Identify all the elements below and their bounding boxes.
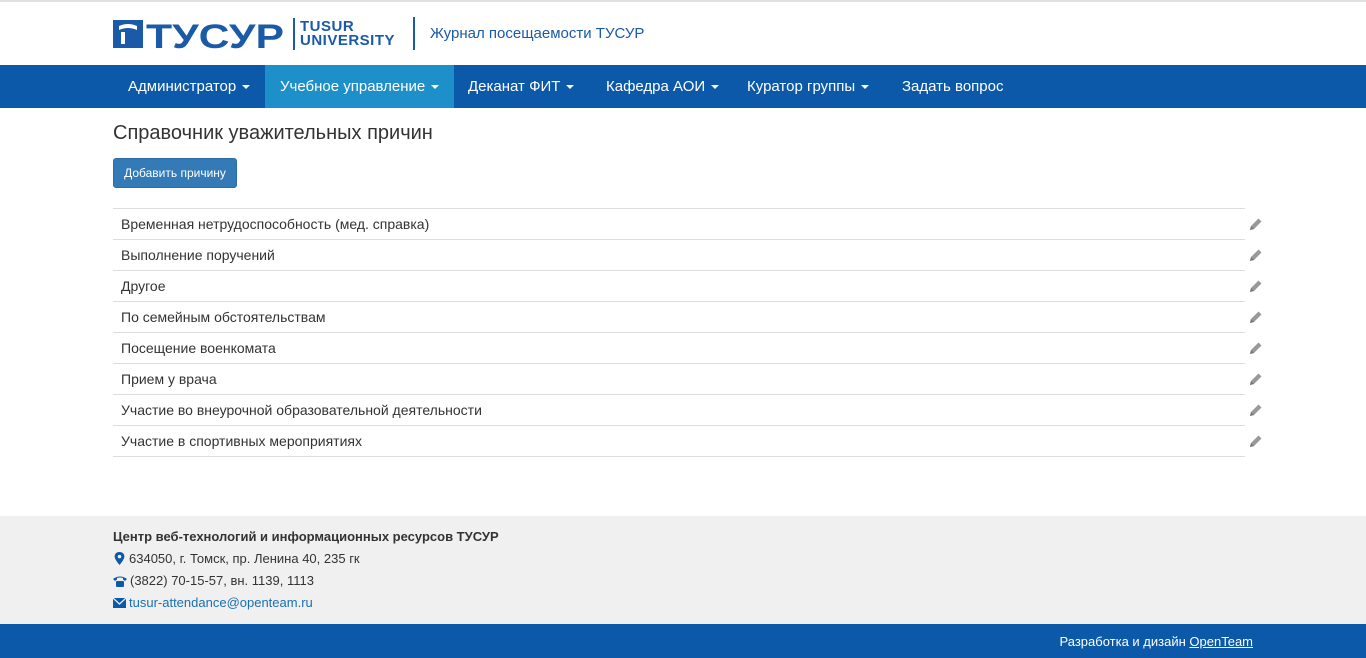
logo-text: TUSUR UNIVERSITY xyxy=(300,19,396,49)
pencil-icon[interactable] xyxy=(1249,310,1263,324)
tusur-logo[interactable]: ТУСУР TUSUR UNIVERSITY xyxy=(113,17,395,51)
developer-credit-prefix: Разработка и дизайн xyxy=(1059,634,1186,649)
logo-divider xyxy=(293,18,295,50)
nav-item-label: Администратор xyxy=(128,78,237,95)
nav-item-group-curator[interactable]: Куратор группы xyxy=(732,65,884,108)
phone-icon xyxy=(113,576,127,587)
caret-down-icon xyxy=(861,85,870,90)
pencil-icon[interactable] xyxy=(1249,217,1263,231)
openteam-link[interactable]: OpenTeam xyxy=(1189,634,1253,649)
envelope-icon xyxy=(113,597,126,608)
table-row: Участие во внеурочной образовательной де… xyxy=(113,394,1262,425)
reasons-table: Временная нетрудоспособность (мед. справ… xyxy=(113,208,1262,457)
table-row: Выполнение поручений xyxy=(113,239,1262,270)
developer-credit: Разработка и дизайн OpenTeam xyxy=(1060,634,1253,649)
email-link[interactable]: tusur-attendance@openteam.ru xyxy=(129,595,313,610)
pencil-icon[interactable] xyxy=(1249,341,1263,355)
reason-label: Участие в спортивных мероприятиях xyxy=(121,433,362,449)
table-row: По семейным обстоятельствам xyxy=(113,301,1262,332)
bottom-bar: Разработка и дизайн OpenTeam xyxy=(0,624,1366,658)
pencil-icon[interactable] xyxy=(1249,434,1263,448)
footer-email: tusur-attendance@openteam.ru xyxy=(113,595,313,610)
reason-label: Другое xyxy=(121,278,166,294)
nav-item-label: Куратор группы xyxy=(747,78,856,95)
footer-phone: (3822) 70-15-57, вн. 1139, 1113 xyxy=(113,573,314,588)
caret-down-icon xyxy=(566,85,575,90)
add-reason-button[interactable]: Добавить причину xyxy=(113,158,237,188)
nav-item-label: Задать вопрос xyxy=(902,78,1004,95)
address-text: 634050, г. Томск, пр. Ленина 40, 235 гк xyxy=(129,551,360,566)
main-navbar: Администратор Учебное управление Деканат… xyxy=(0,65,1366,108)
table-row: Посещение военкомата xyxy=(113,332,1262,363)
nav-item-admin[interactable]: Администратор xyxy=(113,65,265,108)
nav-item-academic-office[interactable]: Учебное управление xyxy=(265,65,454,108)
footer: Центр веб-технологий и информационных ре… xyxy=(0,516,1366,624)
caret-down-icon xyxy=(431,85,440,90)
footer-organization: Центр веб-технологий и информационных ре… xyxy=(113,529,499,544)
table-row: Прием у врача xyxy=(113,363,1262,394)
nav-item-label: Кафедра АОИ xyxy=(606,78,706,95)
pencil-icon[interactable] xyxy=(1249,279,1263,293)
nav-item-department-aoi[interactable]: Кафедра АОИ xyxy=(591,65,734,108)
phone-text: (3822) 70-15-57, вн. 1139, 1113 xyxy=(130,573,314,588)
reason-label: Выполнение поручений xyxy=(121,247,275,263)
logo-text-line2: UNIVERSITY xyxy=(300,32,396,49)
table-row: Временная нетрудоспособность (мед. справ… xyxy=(113,208,1262,239)
footer-address: 634050, г. Томск, пр. Ленина 40, 235 гк xyxy=(113,551,360,566)
reason-label: Участие во внеурочной образовательной де… xyxy=(121,402,482,418)
reason-label: Посещение военкомата xyxy=(121,340,276,356)
page-title: Справочник уважительных причин xyxy=(113,122,433,144)
pencil-icon[interactable] xyxy=(1249,403,1263,417)
nav-item-label: Учебное управление xyxy=(280,78,426,95)
reason-label: Временная нетрудоспособность (мед. справ… xyxy=(121,216,430,232)
reason-label: По семейным обстоятельствам xyxy=(121,309,326,325)
pencil-icon[interactable] xyxy=(1249,248,1263,262)
caret-down-icon xyxy=(711,85,720,90)
nav-item-ask-question[interactable]: Задать вопрос xyxy=(887,65,1018,108)
app-title[interactable]: Журнал посещаемости ТУСУР xyxy=(430,25,644,42)
nav-item-label: Деканат ФИТ xyxy=(468,78,561,95)
table-row: Другое xyxy=(113,270,1262,301)
nav-item-dean-fit[interactable]: Деканат ФИТ xyxy=(453,65,589,108)
header: ТУСУР TUSUR UNIVERSITY Журнал посещаемос… xyxy=(0,2,1366,65)
map-marker-icon xyxy=(114,552,125,565)
tusur-logo-mark: ТУСУР xyxy=(113,18,284,50)
header-divider xyxy=(413,17,415,50)
caret-down-icon xyxy=(242,85,251,90)
logo-wordmark: ТУСУР xyxy=(146,18,284,50)
pencil-icon[interactable] xyxy=(1249,372,1263,386)
table-row: Участие в спортивных мероприятиях xyxy=(113,425,1262,457)
reason-label: Прием у врача xyxy=(121,371,217,387)
